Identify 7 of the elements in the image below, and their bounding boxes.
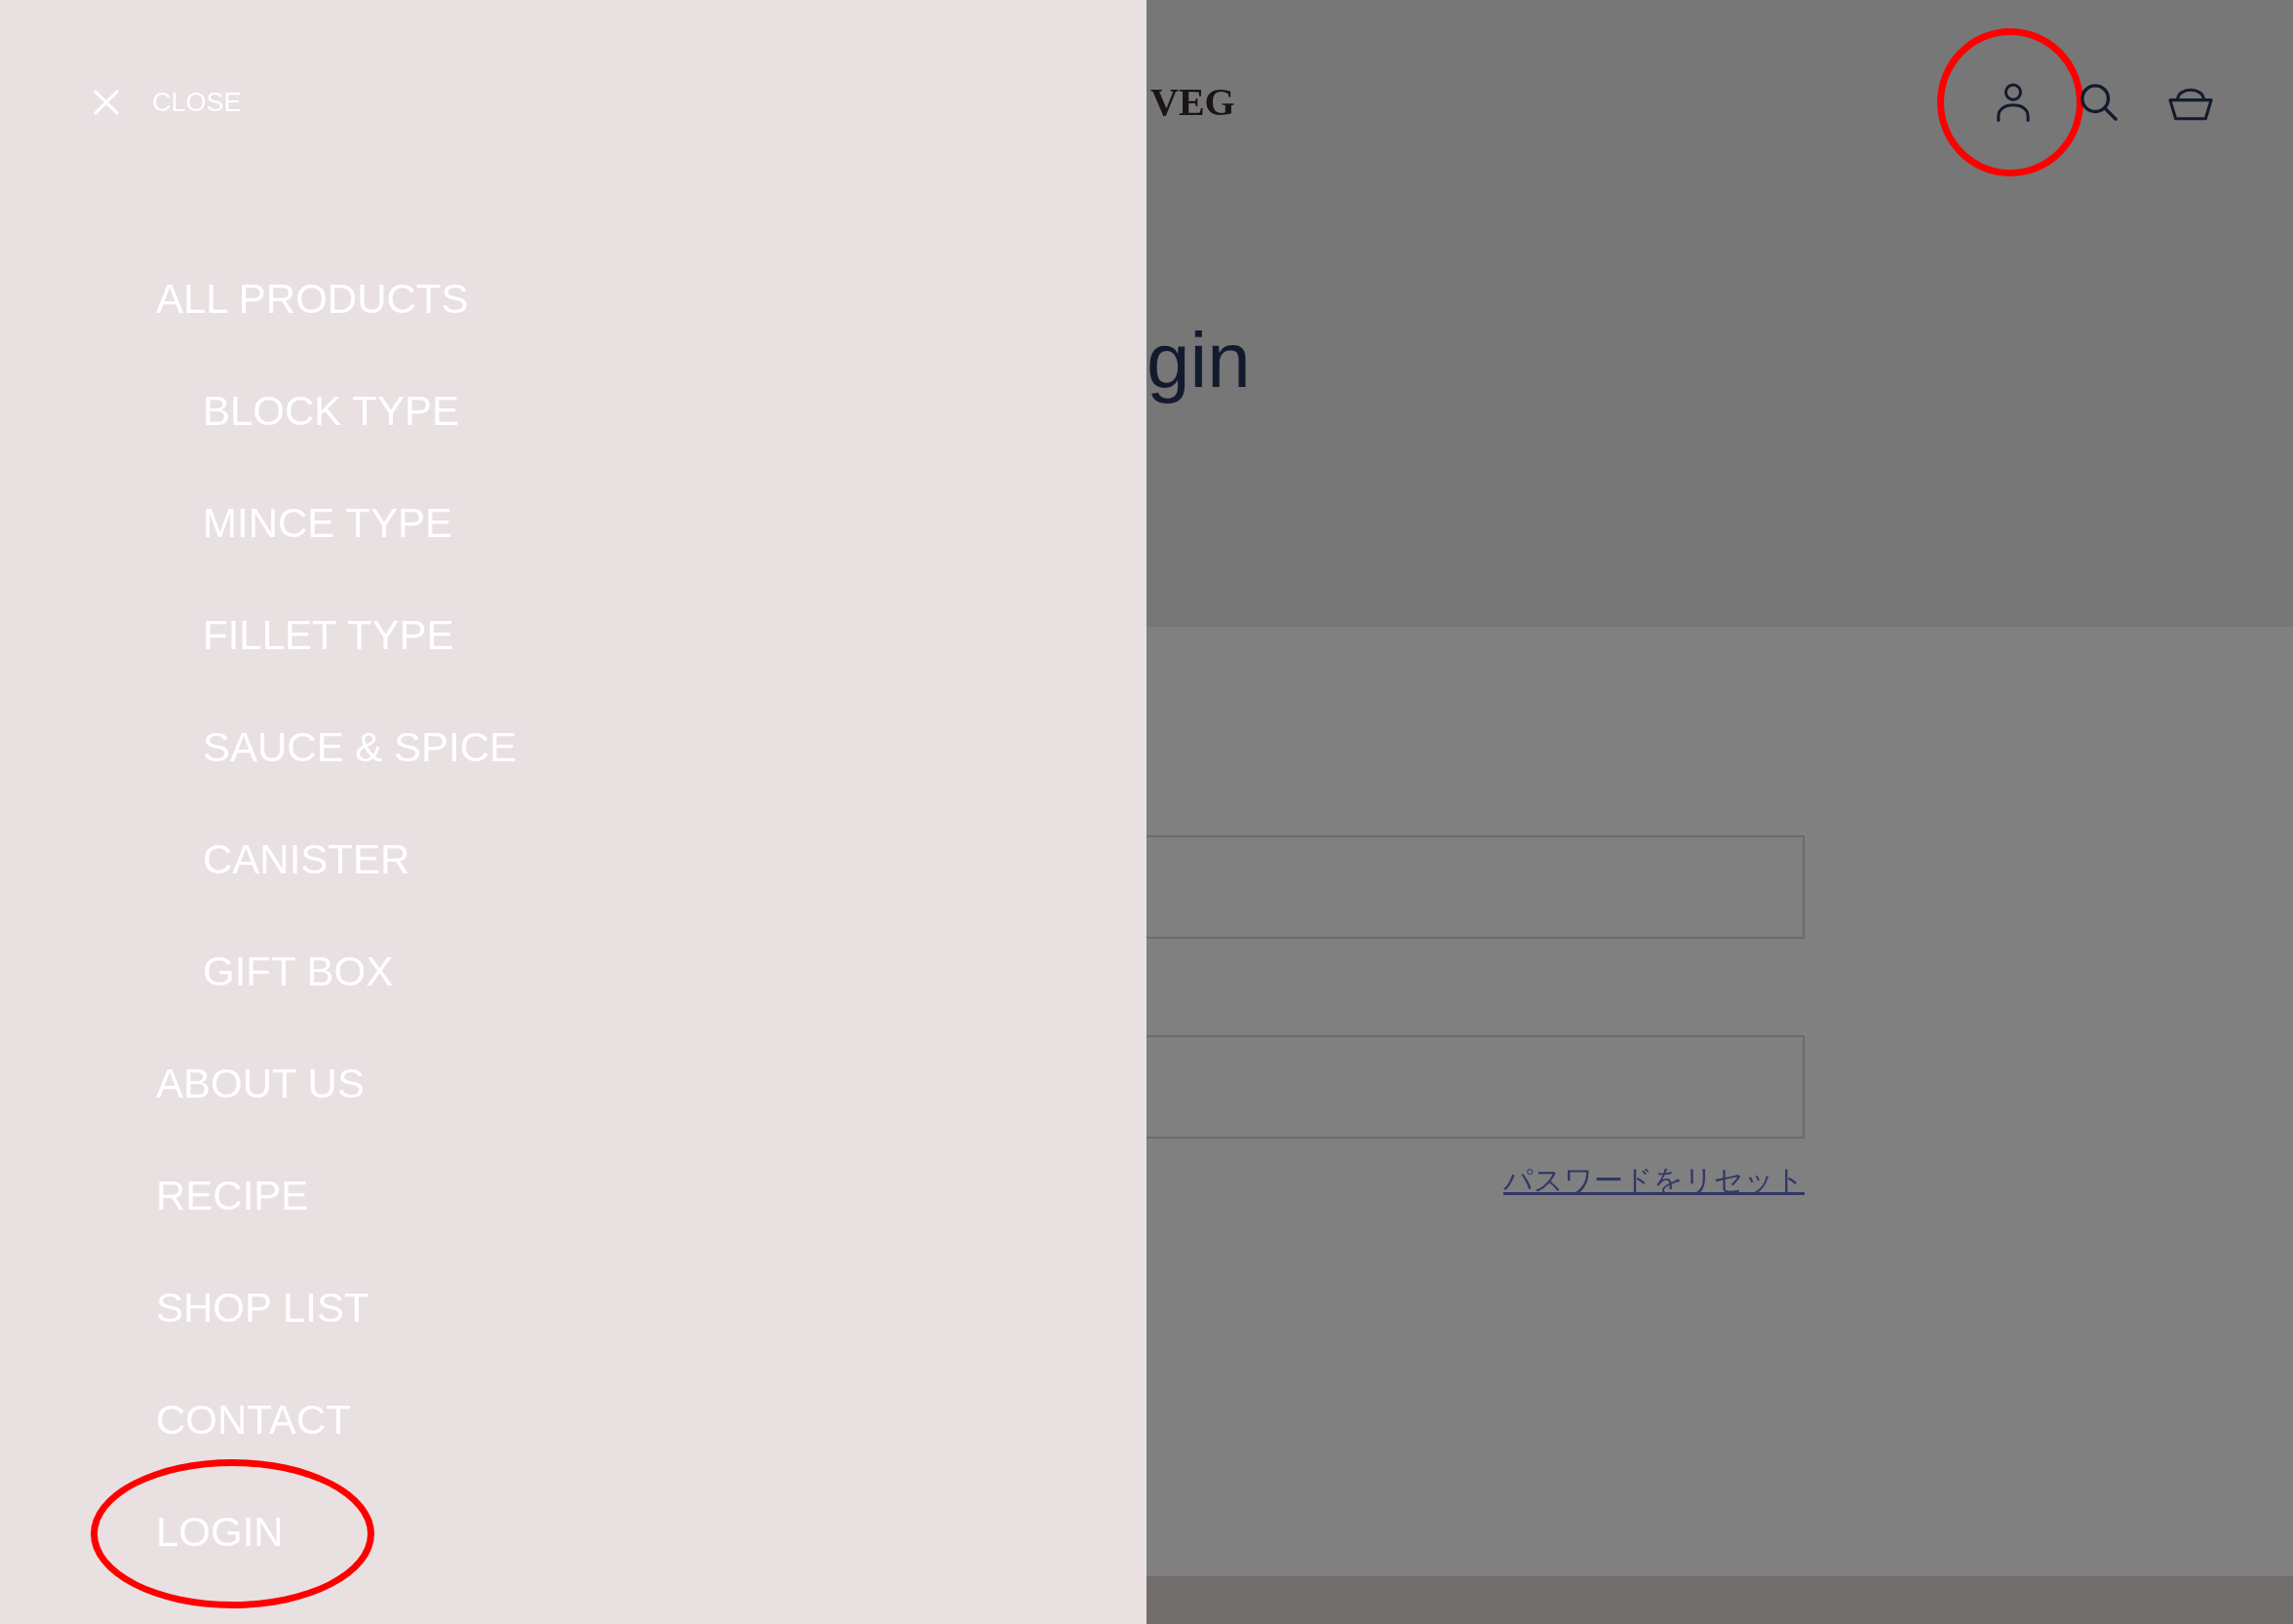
- person-icon[interactable]: [1997, 83, 2030, 122]
- search-icon[interactable]: [2080, 84, 2118, 121]
- page-title: gin: [1146, 316, 1251, 406]
- logo[interactable]: VEG: [1150, 80, 1235, 125]
- input-field[interactable]: [1146, 1035, 1805, 1139]
- input-field[interactable]: [1146, 835, 1805, 939]
- reset-password-link[interactable]: パスワードをリセット: [1503, 1163, 1805, 1198]
